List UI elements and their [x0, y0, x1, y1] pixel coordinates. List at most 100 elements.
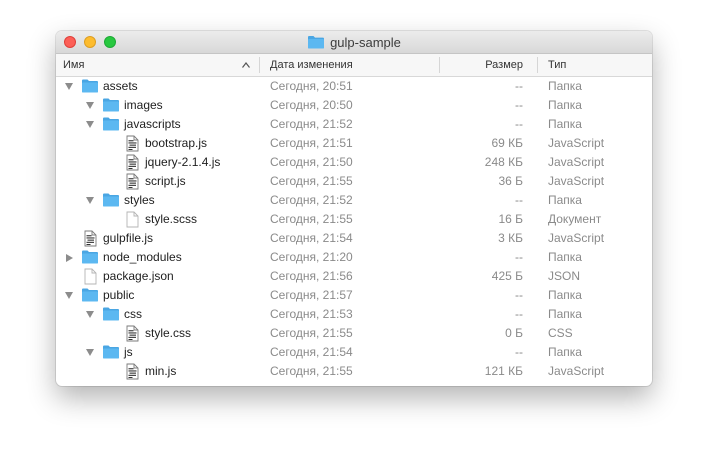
file-size: --	[515, 288, 523, 302]
file-kind: JavaScript	[548, 364, 605, 378]
file-row[interactable]: script.js Сегодня, 21:55 36 Б JavaScript	[56, 172, 652, 191]
file-row[interactable]: public Сегодня, 21:57 -- Папка	[56, 286, 652, 305]
disclosure-triangle-expanded[interactable]	[85, 305, 95, 324]
column-header-kind[interactable]: Тип	[548, 54, 648, 76]
file-kind: Папка	[548, 307, 582, 321]
disclosure-triangle-expanded[interactable]	[85, 191, 95, 210]
modified-date: Сегодня, 21:20	[270, 250, 353, 264]
file-size: --	[515, 345, 523, 359]
disclosure-triangle-collapsed[interactable]	[64, 248, 74, 267]
script-file-icon	[123, 135, 141, 152]
script-file-icon	[123, 363, 141, 380]
file-row[interactable]: css Сегодня, 21:53 -- Папка	[56, 305, 652, 324]
file-kind: JavaScript	[548, 155, 605, 169]
file-name: public	[103, 288, 135, 302]
script-file-icon	[123, 325, 141, 342]
column-header-date[interactable]: Дата изменения	[270, 54, 430, 76]
triangle-down-icon	[65, 83, 73, 90]
column-separator[interactable]	[259, 57, 260, 73]
file-name: jquery-2.1.4.js	[145, 155, 221, 169]
file-row[interactable]: bootstrap.js Сегодня, 21:51 69 КБ JavaScrip…	[56, 134, 652, 153]
modified-date: Сегодня, 21:54	[270, 231, 353, 245]
file-size: 121 КБ	[484, 364, 523, 378]
modified-date: Сегодня, 21:51	[270, 136, 353, 150]
modified-date: Сегодня, 21:55	[270, 326, 353, 340]
file-kind: Папка	[548, 193, 582, 207]
modified-date: Сегодня, 21:55	[270, 364, 353, 378]
file-size: 16 Б	[498, 212, 523, 226]
file-kind: JSON	[548, 269, 581, 283]
script-file-icon	[123, 173, 141, 190]
file-row[interactable]: gulpfile.js Сегодня, 21:54 3 КБ JavaScript	[56, 229, 652, 248]
file-row[interactable]: styles Сегодня, 21:52 -- Папка	[56, 191, 652, 210]
modified-date: Сегодня, 21:52	[270, 193, 353, 207]
modified-date: Сегодня, 21:55	[270, 212, 353, 226]
file-row[interactable]: assets Сегодня, 20:51 -- Папка	[56, 77, 652, 96]
modified-date: Сегодня, 20:50	[270, 98, 353, 112]
modified-date: Сегодня, 21:55	[270, 174, 353, 188]
modified-date: Сегодня, 21:57	[270, 288, 353, 302]
sort-ascending-icon	[242, 62, 250, 68]
file-kind: Папка	[548, 345, 582, 359]
file-size: --	[515, 117, 523, 131]
folder-icon	[81, 249, 99, 266]
column-header-date-label: Дата изменения	[270, 59, 353, 71]
file-row[interactable]: style.css Сегодня, 21:55 0 Б CSS	[56, 324, 652, 343]
triangle-down-icon	[86, 121, 94, 128]
disclosure-triangle-expanded[interactable]	[85, 115, 95, 134]
folder-icon	[102, 97, 120, 114]
column-header-name[interactable]: Имя	[63, 54, 253, 76]
document-icon	[81, 268, 99, 285]
file-name: style.css	[145, 326, 192, 340]
column-separator[interactable]	[439, 57, 440, 73]
file-size: --	[515, 98, 523, 112]
file-name: style.scss	[145, 212, 198, 226]
file-row[interactable]: style.scss Сегодня, 21:55 16 Б Документ	[56, 210, 652, 229]
file-name: css	[124, 307, 142, 321]
triangle-right-icon	[65, 253, 73, 262]
file-row[interactable]: min.js Сегодня, 21:55 121 КБ JavaScript	[56, 362, 652, 381]
file-name: script.js	[145, 174, 186, 188]
file-kind: Папка	[548, 98, 582, 112]
file-kind: JavaScript	[548, 174, 605, 188]
disclosure-triangle-expanded[interactable]	[64, 77, 74, 96]
file-row[interactable]: package.json Сегодня, 21:56 425 Б JSON	[56, 267, 652, 286]
file-kind: Папка	[548, 79, 582, 93]
folder-icon	[102, 192, 120, 209]
disclosure-triangle-expanded[interactable]	[85, 96, 95, 115]
column-header-size[interactable]: Размер	[485, 54, 523, 76]
file-name: assets	[103, 79, 138, 93]
file-row[interactable]: node_modules Сегодня, 21:20 -- Папка	[56, 248, 652, 267]
triangle-down-icon	[86, 349, 94, 356]
triangle-down-icon	[86, 102, 94, 109]
column-header-kind-label: Тип	[548, 59, 567, 71]
file-size: 425 Б	[491, 269, 523, 283]
document-icon	[123, 211, 141, 228]
file-name: images	[124, 98, 163, 112]
file-name: min.js	[145, 364, 177, 378]
disclosure-triangle-expanded[interactable]	[64, 286, 74, 305]
disclosure-triangle-expanded[interactable]	[85, 343, 95, 362]
file-row[interactable]: images Сегодня, 20:50 -- Папка	[56, 96, 652, 115]
file-row[interactable]: js Сегодня, 21:54 -- Папка	[56, 343, 652, 362]
modified-date: Сегодня, 21:53	[270, 307, 353, 321]
column-header: Имя Дата изменения Размер Тип	[56, 54, 652, 77]
file-kind: Папка	[548, 288, 582, 302]
triangle-down-icon	[65, 292, 73, 299]
file-row[interactable]: javascripts Сегодня, 21:52 -- Папка	[56, 115, 652, 134]
file-size: --	[515, 307, 523, 321]
window-title: gulp-sample	[56, 31, 652, 53]
folder-icon	[308, 36, 325, 49]
finder-window: gulp-sample Имя Дата изменения Размер Ти…	[56, 31, 652, 386]
column-separator[interactable]	[537, 57, 538, 73]
file-kind: CSS	[548, 326, 573, 340]
file-size: 0 Б	[505, 326, 523, 340]
file-size: --	[515, 250, 523, 264]
file-name: gulpfile.js	[103, 231, 154, 245]
file-kind: JavaScript	[548, 136, 605, 150]
folder-icon	[102, 116, 120, 133]
file-row[interactable]: jquery-2.1.4.js Сегодня, 21:50 248 КБ JavaS…	[56, 153, 652, 172]
title-bar[interactable]: gulp-sample	[56, 31, 652, 54]
script-file-icon	[81, 230, 99, 247]
file-name: bootstrap.js	[145, 136, 208, 150]
